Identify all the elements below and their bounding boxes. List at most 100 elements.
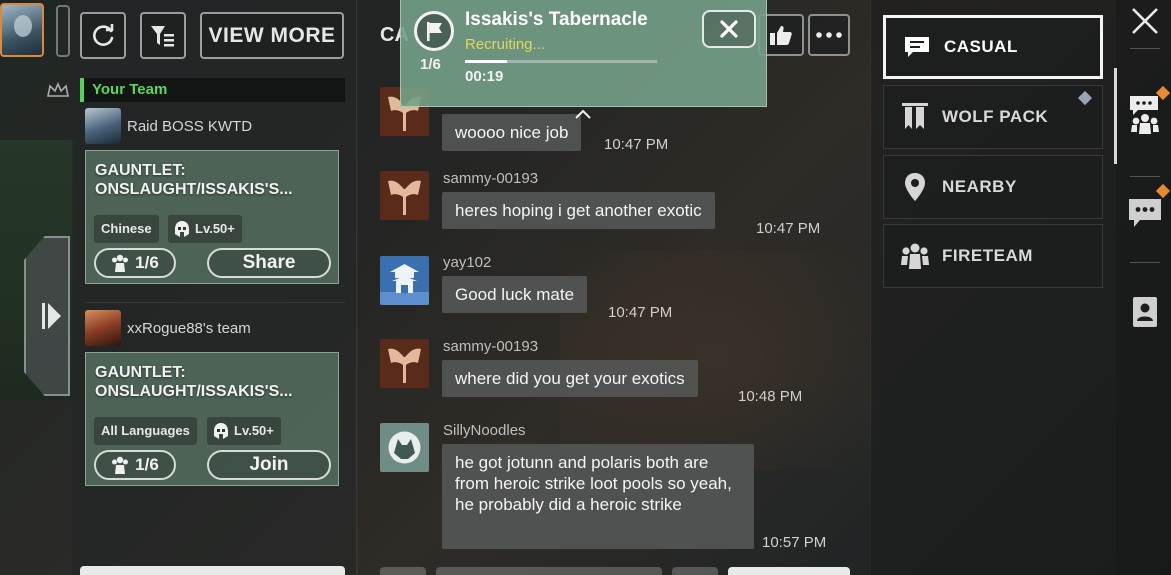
message-time: 10:57 PM	[762, 534, 827, 551]
message-sender[interactable]: sammy-00193	[443, 170, 538, 187]
channel-fireteam[interactable]: FIRETEAM	[883, 224, 1103, 288]
expand-panel-tab[interactable]	[24, 236, 70, 396]
message-time: 10:47 PM	[604, 136, 669, 153]
member-count-text: 1/6	[135, 455, 159, 474]
helmet-icon	[175, 221, 189, 237]
share-button[interactable]: Share	[207, 248, 331, 278]
wolf-emblem-icon	[380, 423, 429, 472]
more-options-button[interactable]	[808, 14, 850, 56]
recruit-member-count: 1/6	[420, 56, 441, 73]
message-sender[interactable]: yay102	[443, 254, 491, 271]
your-team-label: Your Team	[80, 78, 345, 102]
channel-label: FIRETEAM	[942, 246, 1033, 265]
recruiting-notification[interactable]: 1/6 Issakis's Tabernacle Recruiting... 0…	[400, 0, 767, 107]
recruit-progress-fill	[465, 60, 508, 63]
axe-emblem-icon	[380, 171, 429, 220]
avatar	[85, 310, 121, 346]
team-leader-name: Raid BOSS KWTD	[127, 117, 253, 135]
channel-label: CASUAL	[944, 37, 1018, 56]
language-chip: All Languages	[94, 417, 197, 445]
chevron-up-icon	[575, 109, 591, 119]
chat-bubble-icon	[902, 36, 932, 58]
avatar[interactable]	[380, 423, 429, 472]
message-time: 10:48 PM	[738, 388, 803, 405]
emoji-button[interactable]	[380, 567, 426, 575]
members-icon	[112, 456, 129, 474]
team-card[interactable]: GAUNTLET: ONSLAUGHT/ISSAKIS'S... Chinese…	[85, 150, 339, 284]
level-text: Lv.50+	[234, 423, 274, 438]
chat-input[interactable]	[436, 567, 662, 575]
axe-emblem-icon	[380, 339, 429, 388]
filter-button[interactable]	[140, 12, 186, 59]
chat-message: heres hoping i get another exotic	[442, 192, 715, 229]
pagoda-emblem-icon	[380, 256, 429, 305]
level-text: Lv.50+	[195, 221, 235, 236]
contacts-tab[interactable]	[1132, 296, 1158, 328]
chat-message: Good luck mate	[442, 276, 588, 313]
channel-wolf-pack[interactable]: WOLF PACK	[883, 85, 1103, 149]
flag-emblem-icon	[414, 11, 454, 51]
team-chat-icon	[1130, 96, 1159, 134]
view-more-button[interactable]: VIEW MORE	[200, 12, 344, 59]
channel-nearby[interactable]: NEARBY	[883, 155, 1103, 219]
team-chat-tab[interactable]	[1128, 94, 1162, 134]
message-time: 10:47 PM	[608, 304, 673, 321]
recruit-activity-title: Issakis's Tabernacle	[465, 9, 648, 30]
divider	[85, 302, 345, 303]
contact-card-icon	[1133, 297, 1157, 327]
recruit-status: Recruiting...	[465, 36, 546, 53]
player-avatar[interactable]	[0, 3, 44, 57]
speech-bubble-icon	[1129, 199, 1161, 227]
team-card[interactable]: GAUNTLET: ONSLAUGHT/ISSAKIS'S... All Lan…	[85, 352, 339, 486]
chat-message: he got jotunn and polaris both are from …	[442, 444, 754, 549]
avatar[interactable]	[380, 256, 429, 305]
helmet-icon	[214, 423, 228, 439]
message-time: 10:47 PM	[756, 220, 821, 237]
member-count: 1/6	[94, 450, 176, 480]
member-count-text: 1/6	[135, 253, 159, 272]
crown-icon	[47, 82, 69, 97]
avatar[interactable]	[380, 171, 429, 220]
message-sender[interactable]: SillyNoodles	[443, 422, 526, 439]
team-leader-name: xxRogue88's team	[127, 319, 251, 337]
activity-title: GAUNTLET: ONSLAUGHT/ISSAKIS'S...	[95, 162, 293, 198]
input-bar[interactable]	[80, 566, 345, 575]
fireteam-icon	[900, 243, 930, 269]
close-button[interactable]	[1130, 6, 1160, 36]
collapse-notification-button[interactable]	[560, 107, 606, 121]
banner-icon	[900, 103, 930, 131]
channel-input-bar[interactable]	[728, 567, 850, 575]
side-menu-button[interactable]	[56, 5, 70, 57]
refresh-button[interactable]	[80, 12, 126, 59]
channel-label: WOLF PACK	[942, 107, 1049, 126]
avatar	[85, 108, 121, 144]
thumbs-up-icon	[770, 26, 792, 45]
cancel-recruit-button[interactable]	[702, 10, 756, 48]
message-sender[interactable]: sammy-00193	[443, 338, 538, 355]
level-chip: Lv.50+	[207, 417, 281, 445]
close-icon	[1132, 8, 1158, 34]
channel-casual[interactable]: CASUAL	[883, 15, 1103, 79]
member-count: 1/6	[94, 248, 176, 278]
avatar[interactable]	[380, 339, 429, 388]
private-chat-tab[interactable]	[1128, 196, 1162, 230]
chat-message: where did you get your exotics	[442, 360, 698, 397]
members-icon	[112, 254, 129, 272]
channel-label: NEARBY	[942, 177, 1017, 196]
play-arrow-icon	[42, 303, 61, 329]
activity-title: GAUNTLET: ONSLAUGHT/ISSAKIS'S...	[95, 364, 293, 400]
recruit-timer: 00:19	[465, 68, 504, 85]
filter-icon	[151, 25, 174, 46]
send-button[interactable]	[672, 567, 718, 575]
more-icon	[816, 32, 842, 38]
location-pin-icon	[900, 173, 930, 201]
team-leader-row: Raid BOSS KWTD	[85, 108, 252, 144]
level-chip: Lv.50+	[168, 215, 242, 243]
join-button[interactable]: Join	[207, 450, 331, 480]
active-tab-indicator	[1114, 68, 1117, 164]
close-icon	[720, 20, 738, 38]
language-chip: Chinese	[94, 215, 159, 243]
recruit-progress-bar	[465, 60, 657, 63]
refresh-icon	[93, 23, 114, 46]
team-leader-row: xxRogue88's team	[85, 310, 251, 346]
